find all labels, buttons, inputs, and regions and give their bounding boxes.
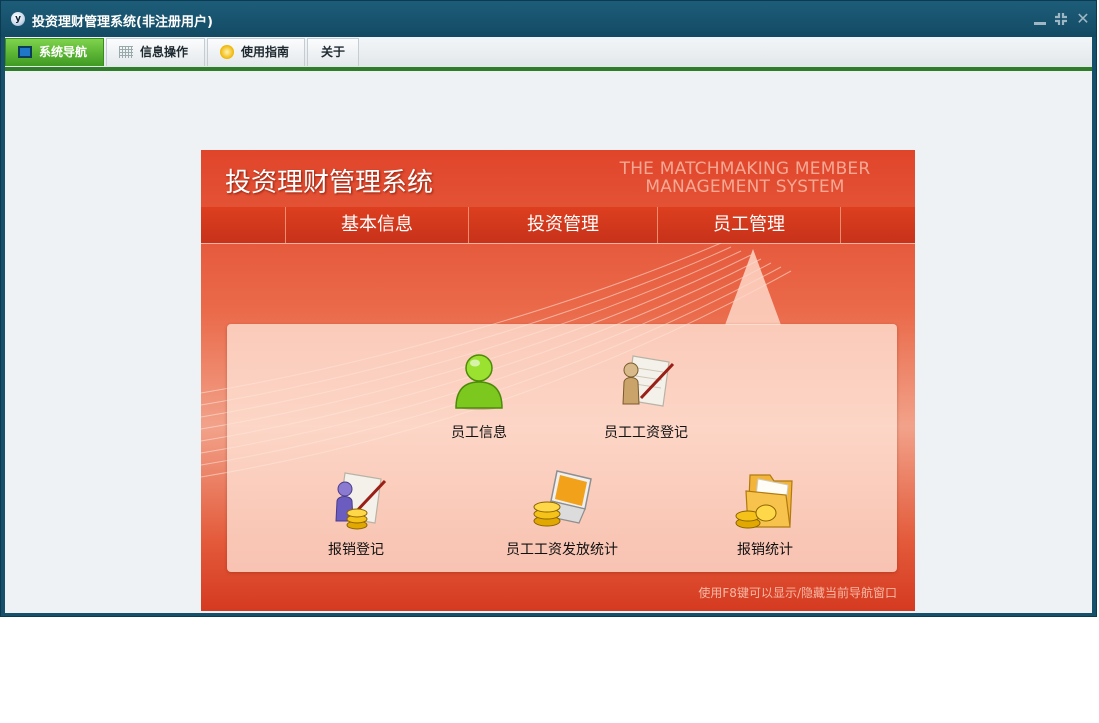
employee-salary-stats-button[interactable]: 员工工资发放统计 bbox=[497, 465, 627, 559]
tab-employee-management[interactable]: 员工管理 bbox=[658, 207, 840, 243]
navigation-panel: 投资理财管理系统 THE MATCHMAKING MEMBER MANAGEME… bbox=[201, 150, 915, 611]
active-tab-pointer bbox=[725, 249, 781, 325]
client-area: 系统导航 信息操作 使用指南 关于 投资理财管理系统 THE MATCHMAKI… bbox=[5, 37, 1092, 613]
monitor-icon bbox=[18, 46, 32, 58]
laptop-coins-icon bbox=[533, 470, 592, 527]
title-bar[interactable]: y 投资理财管理系统(非注册用户) ✕ bbox=[1, 1, 1096, 37]
grid-icon bbox=[119, 46, 133, 58]
register-icon bbox=[622, 355, 675, 407]
menu-info-operations[interactable]: 信息操作 bbox=[106, 38, 205, 66]
expense-register-button[interactable]: 报销登记 bbox=[291, 465, 421, 559]
panel-subtitle-line2: MANAGEMENT SYSTEM bbox=[645, 177, 845, 197]
menu-label: 使用指南 bbox=[241, 45, 290, 59]
panel-subtitle: THE MATCHMAKING MEMBER MANAGEMENT SYSTEM bbox=[585, 160, 905, 196]
menu-about[interactable]: 关于 bbox=[307, 38, 359, 66]
employee-salary-register-button[interactable]: 员工工资登记 bbox=[581, 348, 711, 442]
close-icon[interactable]: ✕ bbox=[1074, 10, 1092, 28]
panel-tab-strip: 基本信息 投资管理 员工管理 bbox=[201, 207, 915, 244]
function-label: 员工信息 bbox=[451, 425, 507, 441]
person-icon bbox=[455, 354, 503, 410]
minimize-icon[interactable] bbox=[1031, 10, 1049, 28]
compass-icon bbox=[220, 45, 234, 59]
menu-label: 关于 bbox=[321, 45, 346, 59]
f8-hint-text: 使用F8键可以显示/隐藏当前导航窗口 bbox=[698, 586, 897, 600]
app-logo-icon: y bbox=[11, 12, 25, 26]
menu-label: 系统导航 bbox=[39, 45, 88, 59]
expense-stats-button[interactable]: 报销统计 bbox=[700, 465, 830, 559]
menu-label: 信息操作 bbox=[140, 45, 189, 59]
tab-basic-info[interactable]: 基本信息 bbox=[286, 207, 468, 243]
menu-system-navigation[interactable]: 系统导航 bbox=[5, 38, 104, 66]
restore-icon[interactable] bbox=[1052, 10, 1070, 28]
panel-subtitle-line1: THE MATCHMAKING MEMBER bbox=[619, 159, 871, 179]
menu-user-guide[interactable]: 使用指南 bbox=[207, 38, 305, 66]
folder-coins-icon bbox=[735, 474, 793, 529]
function-card: 员工信息 员工工资登记 报销登记 员工工资发放统计 报销统计 bbox=[227, 324, 897, 572]
employee-info-button[interactable]: 员工信息 bbox=[414, 348, 544, 442]
tab-divider bbox=[840, 207, 841, 243]
tab-investment-management[interactable]: 投资管理 bbox=[469, 207, 657, 243]
window-title: 投资理财管理系统(非注册用户) bbox=[32, 15, 213, 30]
app-window: y 投资理财管理系统(非注册用户) ✕ 系统导航 信息操作 使用指南 关于 投资… bbox=[0, 0, 1097, 617]
function-label: 报销统计 bbox=[737, 542, 793, 558]
function-label: 员工工资发放统计 bbox=[506, 542, 618, 558]
function-label: 员工工资登记 bbox=[604, 425, 688, 441]
function-label: 报销登记 bbox=[328, 542, 384, 558]
panel-title: 投资理财管理系统 bbox=[225, 168, 434, 198]
menu-bar: 系统导航 信息操作 使用指南 关于 bbox=[5, 37, 1092, 71]
expense-register-icon bbox=[335, 472, 387, 530]
